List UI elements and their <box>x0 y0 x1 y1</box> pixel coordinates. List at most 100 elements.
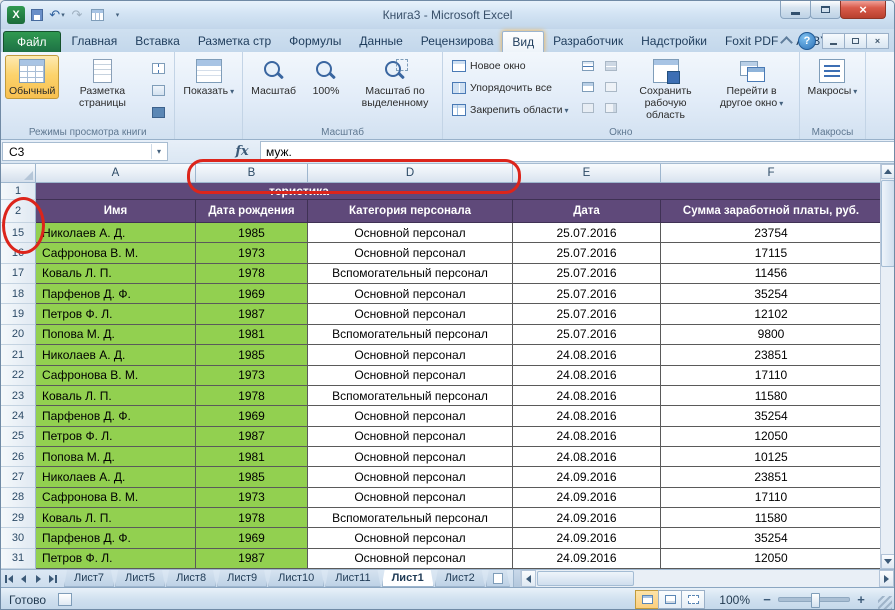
column-header-b[interactable]: B <box>196 164 308 183</box>
cell-salary[interactable]: 35254 <box>661 284 882 304</box>
row-header[interactable]: 20 <box>1 325 36 345</box>
cell-name[interactable]: Попова М. Д. <box>36 325 196 345</box>
cell-category[interactable]: Основной персонал <box>308 488 513 508</box>
cell-year[interactable]: 1969 <box>196 284 308 304</box>
cell-category[interactable]: Вспомогательный персонал <box>308 386 513 406</box>
cell-date[interactable]: 25.07.2016 <box>513 264 661 284</box>
next-sheet-button[interactable] <box>31 570 46 587</box>
page-layout-shortcut[interactable] <box>658 590 682 609</box>
row-header[interactable]: 2 <box>1 200 36 223</box>
ribbon-tab-home[interactable]: Главная <box>63 31 127 52</box>
excel-logo-icon[interactable]: X <box>7 6 25 24</box>
scroll-down-button[interactable] <box>881 554 895 569</box>
custom-views-button[interactable] <box>148 80 169 100</box>
full-screen-button[interactable] <box>148 102 169 122</box>
workbook-close-button[interactable]: × <box>866 33 889 49</box>
restore-button[interactable] <box>810 1 841 19</box>
cell-name[interactable]: Парфенов Д. Ф. <box>36 528 196 548</box>
cell-year[interactable]: 1981 <box>196 447 308 467</box>
ribbon-tab-review[interactable]: Рецензирова <box>412 31 503 52</box>
cell-salary[interactable]: 35254 <box>661 528 882 548</box>
split-button[interactable] <box>578 56 599 76</box>
show-button[interactable]: Показать <box>179 55 238 99</box>
last-sheet-button[interactable] <box>46 570 61 587</box>
row-header[interactable]: 28 <box>1 488 36 508</box>
undo-button[interactable]: ↶▾ <box>49 6 65 24</box>
sheet-tab-4[interactable]: Лист9 <box>217 570 267 587</box>
zoom-level[interactable]: 100% <box>719 593 750 607</box>
cell-date[interactable]: 24.08.2016 <box>513 427 661 447</box>
cell-date[interactable]: 25.07.2016 <box>513 223 661 243</box>
row-header[interactable]: 21 <box>1 345 36 365</box>
zoom-to-selection-button[interactable]: Масштаб по выделенному <box>352 55 438 111</box>
row-header[interactable]: 15 <box>1 223 36 243</box>
ribbon-tab-add-ins[interactable]: Надстройки <box>632 31 716 52</box>
cell-name[interactable]: Парфенов Д. Ф. <box>36 406 196 426</box>
header-cell-name[interactable]: Имя <box>36 200 196 223</box>
header-cell-date[interactable]: Дата <box>513 200 661 223</box>
cell-category[interactable]: Основной персонал <box>308 528 513 548</box>
row-header[interactable]: 23 <box>1 386 36 406</box>
cell-date[interactable]: 24.09.2016 <box>513 508 661 528</box>
cell-category[interactable]: Основной персонал <box>308 304 513 324</box>
sheet-tab-2[interactable]: Лист5 <box>115 570 165 587</box>
macro-record-icon[interactable] <box>58 593 72 606</box>
cell-salary[interactable]: 10125 <box>661 447 882 467</box>
cell-name[interactable]: Коваль Л. П. <box>36 386 196 406</box>
cell-category[interactable]: Вспомогательный персонал <box>308 325 513 345</box>
cell-category[interactable]: Основной персонал <box>308 467 513 487</box>
row-header[interactable]: 30 <box>1 528 36 548</box>
cell-salary[interactable]: 23851 <box>661 345 882 365</box>
cell-category[interactable]: Основной персонал <box>308 366 513 386</box>
row-header[interactable]: 27 <box>1 467 36 487</box>
cell-category[interactable]: Основной персонал <box>308 284 513 304</box>
cell-date[interactable]: 25.07.2016 <box>513 243 661 263</box>
cell-salary[interactable]: 23754 <box>661 223 882 243</box>
row-header[interactable]: 18 <box>1 284 36 304</box>
cell-year[interactable]: 1987 <box>196 549 308 569</box>
cell-name[interactable]: Коваль Л. П. <box>36 508 196 528</box>
ribbon-tab-data[interactable]: Данные <box>350 31 411 52</box>
cell-salary[interactable]: 17115 <box>661 243 882 263</box>
zoom-slider[interactable] <box>778 597 850 602</box>
formula-input[interactable]: муж. <box>260 141 894 162</box>
cell-name[interactable]: Николаев А. Д. <box>36 345 196 365</box>
previous-sheet-button[interactable] <box>16 570 31 587</box>
cell-category[interactable]: Основной персонал <box>308 243 513 263</box>
cell-salary[interactable]: 11580 <box>661 508 882 528</box>
select-all-corner[interactable] <box>1 164 36 183</box>
cell-date[interactable]: 24.08.2016 <box>513 447 661 467</box>
column-header-a[interactable]: A <box>36 164 196 183</box>
row-header[interactable]: 29 <box>1 508 36 528</box>
sheet-tab-5[interactable]: Лист10 <box>268 570 324 587</box>
sheet-tab-7[interactable]: Лист1 <box>382 570 434 587</box>
cell-salary[interactable]: 11580 <box>661 386 882 406</box>
tab-split-handle[interactable] <box>513 570 520 587</box>
cell-date[interactable]: 24.08.2016 <box>513 345 661 365</box>
new-window-button[interactable]: Новое окно <box>447 55 574 76</box>
cell-salary[interactable]: 17110 <box>661 488 882 508</box>
scroll-right-button[interactable] <box>879 570 894 587</box>
workbook-restore-button[interactable] <box>844 33 867 49</box>
cell-year[interactable]: 1987 <box>196 304 308 324</box>
save-button[interactable] <box>29 6 45 24</box>
cell-year[interactable]: 1987 <box>196 427 308 447</box>
cell-category[interactable]: Основной персонал <box>308 427 513 447</box>
workbook-minimize-button[interactable] <box>822 33 845 49</box>
row-header[interactable]: 31 <box>1 549 36 569</box>
normal-view-shortcut[interactable] <box>635 590 659 609</box>
insert-worksheet-tab[interactable] <box>486 570 510 587</box>
save-workspace-button[interactable]: Сохранить рабочую область <box>623 55 709 123</box>
row-header[interactable]: 17 <box>1 264 36 284</box>
cell-name[interactable]: Парфенов Д. Ф. <box>36 284 196 304</box>
vertical-scroll-thumb[interactable] <box>881 180 895 267</box>
row-header[interactable]: 25 <box>1 427 36 447</box>
cell-year[interactable]: 1985 <box>196 223 308 243</box>
help-icon[interactable]: ? <box>798 32 816 50</box>
cell-year[interactable]: 1978 <box>196 264 308 284</box>
cell-category[interactable]: Основной персонал <box>308 223 513 243</box>
scroll-left-button[interactable] <box>521 570 536 587</box>
cell-date[interactable]: 24.09.2016 <box>513 528 661 548</box>
cell-date[interactable]: 24.09.2016 <box>513 467 661 487</box>
name-box[interactable]: C3 ▾ <box>2 142 168 161</box>
